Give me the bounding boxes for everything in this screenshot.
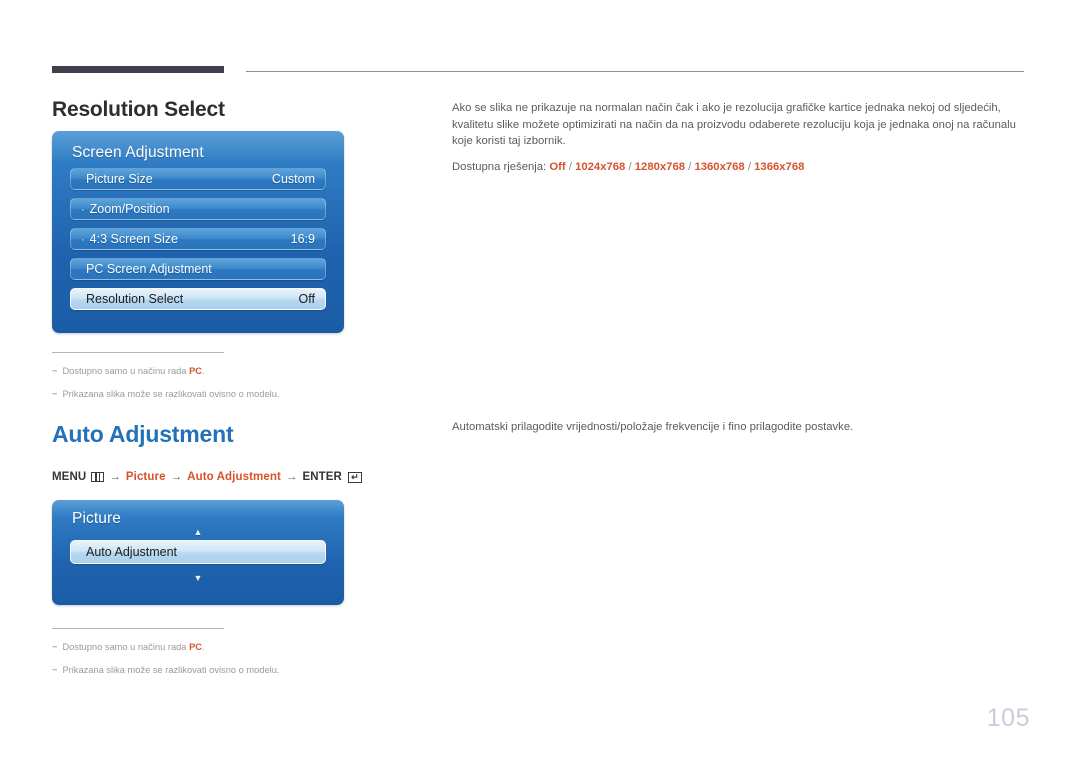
footnote-dash: − — [52, 642, 58, 652]
osd-menu-item-label: Picture Size — [86, 172, 153, 186]
osd-menu-list: Auto Adjustment — [52, 538, 344, 564]
footnote-divider — [52, 352, 224, 353]
footnote-text: Dostupno samo u načinu rada — [62, 642, 190, 652]
available-resolutions-line: Dostupna rješenja: Off / 1024x768 / 1280… — [452, 160, 805, 173]
osd-menu-item-resolution-select[interactable]: Resolution Select Off — [70, 288, 326, 310]
header-rule-thick — [52, 66, 224, 73]
osd-menu-item-picture-size[interactable]: Picture Size Custom — [70, 168, 326, 190]
footnote-text: Prikazana slika može se razlikovati ovis… — [62, 665, 280, 675]
footnote-highlight: PC — [189, 642, 202, 652]
osd-menu-item-4-3-screen-size[interactable]: · 4:3 Screen Size 16:9 — [70, 228, 326, 250]
footnote-highlight: PC — [189, 366, 202, 376]
chevron-down-icon[interactable]: ▼ — [52, 574, 344, 584]
osd-panel-title: Screen Adjustment — [72, 144, 204, 161]
enter-return-icon: ↵ — [347, 471, 362, 483]
footnotes-resolution-select: − Dostupno samo u načinu rada PC. − Prikaz… — [52, 352, 472, 410]
description-resolution-select: Ako se slika ne prikazuje na normalan na… — [452, 100, 1022, 175]
resolution-option-1280x768: 1280x768 — [634, 160, 686, 173]
resolution-option-1360x768: 1360x768 — [694, 160, 745, 173]
menu-grid-icon — [91, 472, 105, 482]
page-title-auto-adjustment: Auto Adjustment — [52, 421, 234, 447]
breadcrumb-step-auto-adjustment: Auto Adjustment — [187, 471, 281, 483]
header-rules — [52, 66, 1024, 74]
page-title-resolution-select: Resolution Select — [52, 98, 225, 121]
footnote-divider — [52, 628, 224, 629]
footnotes-auto-adjustment: − Dostupno samo u načinu rada PC. − Prikaz… — [52, 628, 472, 686]
resolution-option-off: Off — [549, 160, 566, 173]
breadcrumb-arrow: → — [285, 471, 298, 483]
osd-panel-picture: Picture ▲ Auto Adjustment ▼ — [52, 500, 344, 605]
footnote-item: − Dostupno samo u načinu rada PC. — [52, 640, 472, 654]
header-rule-thin — [246, 71, 1024, 72]
osd-menu-list: Picture Size Custom · Zoom/Position · 4:3 … — [52, 162, 344, 310]
resolution-option-1024x768: 1024x768 — [575, 160, 626, 173]
breadcrumb-step-picture: Picture — [125, 471, 166, 483]
osd-panel-title: Picture — [72, 510, 121, 527]
description-text: Ako se slika ne prikazuje na normalan na… — [452, 102, 1016, 147]
osd-menu-item-label: PC Screen Adjustment — [86, 262, 212, 276]
bullet-marker: · — [81, 234, 85, 246]
description-text: Automatski prilagodite vrijednosti/polož… — [452, 421, 854, 433]
osd-menu-item-label: 4:3 Screen Size — [89, 232, 178, 246]
breadcrumb-arrow: → — [170, 471, 183, 483]
chevron-up-icon[interactable]: ▲ — [52, 528, 344, 538]
osd-menu-item-label: Resolution Select — [86, 292, 184, 306]
footnote-text-tail: . — [201, 366, 205, 376]
description-auto-adjustment: Automatski prilagodite vrijednosti/polož… — [452, 419, 1022, 436]
available-label: Dostupna rješenja: — [452, 160, 547, 173]
breadcrumb-menu-label: MENU — [52, 471, 87, 483]
page-number: 105 — [986, 704, 1030, 732]
osd-menu-item-auto-adjustment[interactable]: Auto Adjustment — [70, 540, 326, 564]
footnote-item: − Prikazana slika može se razlikovati ovi… — [52, 663, 472, 677]
osd-menu-item-pc-screen-adjustment[interactable]: PC Screen Adjustment — [70, 258, 326, 280]
footnote-text-tail: . — [201, 642, 205, 652]
breadcrumb-arrow: → — [109, 471, 121, 483]
osd-menu-item-label: Zoom/Position — [89, 202, 170, 216]
footnote-text: Dostupno samo u načinu rada — [62, 366, 190, 376]
footnote-item: − Prikazana slika može se razlikovati ovi… — [52, 387, 472, 401]
osd-menu-item-label: Auto Adjustment — [86, 545, 178, 559]
osd-menu-item-value: Custom — [271, 172, 315, 186]
osd-menu-item-value: 16:9 — [290, 232, 315, 246]
osd-panel-screen-adjustment: Screen Adjustment Picture Size Custom · Z… — [52, 131, 344, 333]
footnote-dash: − — [52, 366, 58, 376]
footnote-dash: − — [52, 389, 58, 399]
breadcrumb: MENU → Picture → Auto Adjustment → ENTER… — [52, 471, 362, 483]
bullet-marker: · — [81, 204, 85, 216]
breadcrumb-enter-label: ENTER — [302, 471, 342, 483]
resolution-option-1366x768: 1366x768 — [754, 160, 805, 173]
osd-menu-item-value: Off — [298, 292, 315, 306]
footnote-dash: − — [52, 665, 58, 675]
osd-menu-item-zoom-position[interactable]: · Zoom/Position — [70, 198, 326, 220]
footnote-item: − Dostupno samo u načinu rada PC. — [52, 364, 472, 378]
footnote-text: Prikazana slika može se razlikovati ovis… — [62, 389, 280, 399]
